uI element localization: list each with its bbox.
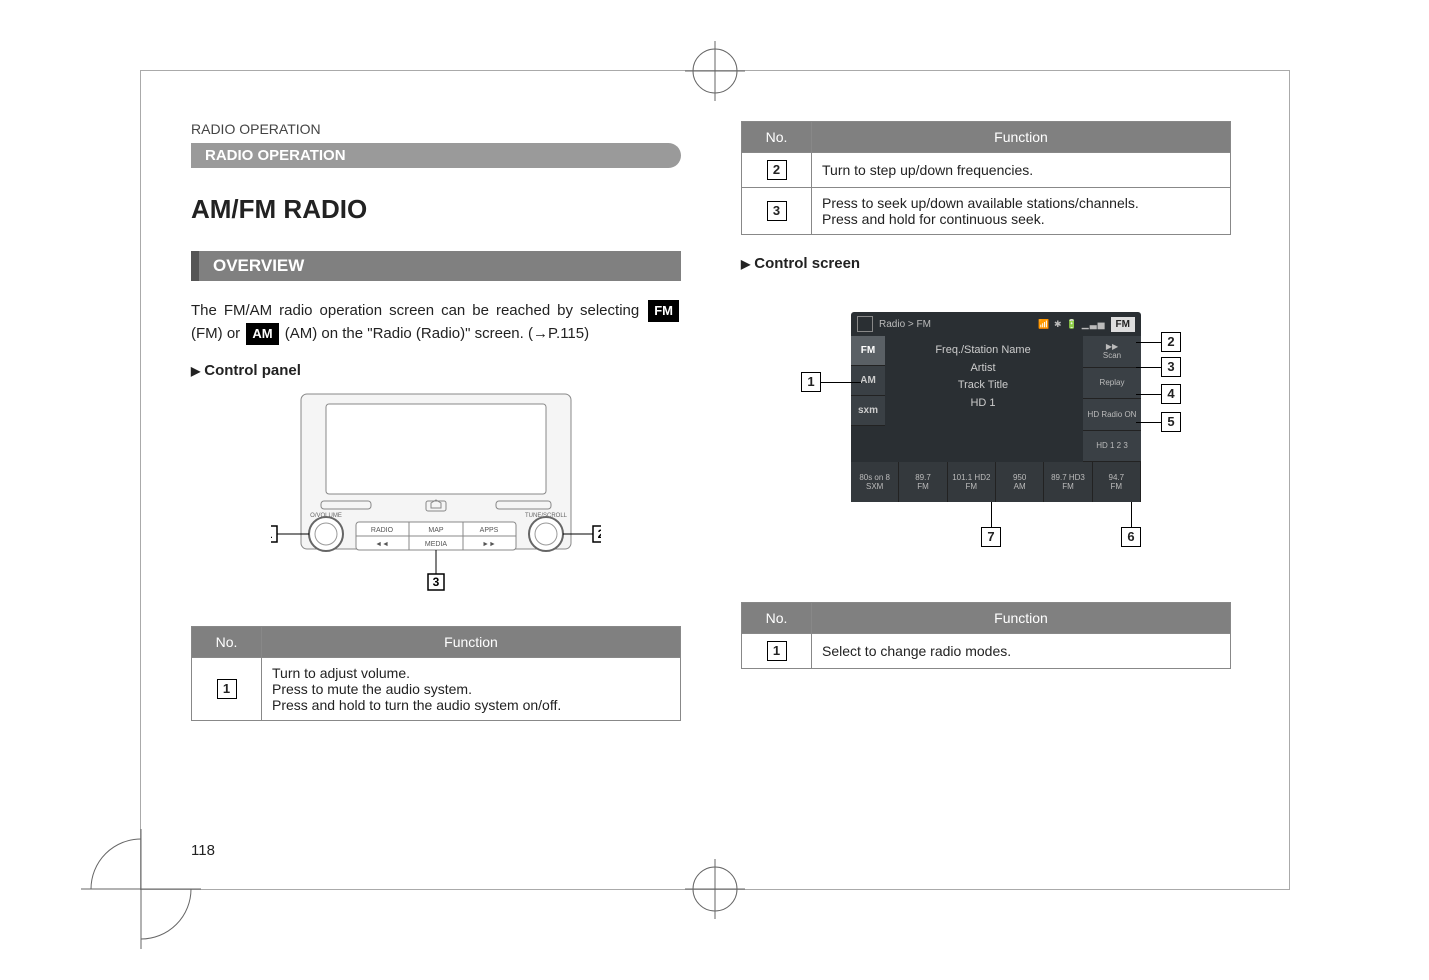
overview-heading: OVERVIEW xyxy=(191,251,681,281)
callout-1: 1 xyxy=(217,679,237,699)
overview-text-before: The FM/AM radio operation screen can be … xyxy=(191,302,646,319)
control-screen-heading: Control screen xyxy=(741,255,1231,272)
table-row: 1 Select to change radio modes. xyxy=(742,634,1231,669)
breadcrumb: Radio > FM xyxy=(879,319,931,330)
infotainment-screen: Radio > FM 📶 ✱ 🔋 ▁▃▅ FM FM AM sxm Freq./… xyxy=(851,312,1141,502)
callout-screen-6: 6 xyxy=(1121,527,1141,547)
preset-4[interactable]: 950AM xyxy=(996,462,1044,502)
table-header-function: Function xyxy=(812,122,1231,153)
svg-text:MAP: MAP xyxy=(428,527,444,534)
row1-line2: Press to mute the audio system. xyxy=(272,681,670,697)
mode-tabs: FM AM sxm xyxy=(851,336,885,426)
status-icons: 📶 ✱ 🔋 ▁▃▅ xyxy=(1038,319,1105,330)
callout-screen-3: 3 xyxy=(1161,357,1181,377)
callout-2: 2 xyxy=(767,160,787,180)
page-title: AM/FM RADIO xyxy=(191,194,681,225)
am-button-label: AM xyxy=(246,323,278,345)
section-bar: RADIO OPERATION xyxy=(191,143,681,168)
callout-screen-1-ref: 1 xyxy=(767,641,787,661)
overview-text-mid: (FM) or xyxy=(191,325,244,342)
svg-text:3: 3 xyxy=(433,575,440,589)
right-column: No. Function 2 Turn to step up/down freq… xyxy=(741,121,1231,741)
table-row: 1 Turn to adjust volume. Press to mute t… xyxy=(192,657,681,720)
right-action-column: ▶▶Scan Replay HD Radio ON HD 1 2 3 xyxy=(1083,336,1141,462)
preset-2[interactable]: 89.7FM xyxy=(899,462,947,502)
replay-button[interactable]: Replay xyxy=(1083,368,1141,400)
control-panel-figure: O/VOLUME TUNE/SCROLL RADIO MAP APPS ◄◄ M… xyxy=(191,389,681,604)
svg-text:O/VOLUME: O/VOLUME xyxy=(310,513,342,519)
registration-mark-bottom xyxy=(685,859,745,919)
svg-text:APPS: APPS xyxy=(480,527,499,534)
fm-button-label: FM xyxy=(648,300,679,322)
row2-text: Turn to step up/down frequencies. xyxy=(812,153,1231,188)
hd-radio-button[interactable]: HD Radio ON xyxy=(1083,399,1141,431)
control-screen-figure: Radio > FM 📶 ✱ 🔋 ▁▃▅ FM FM AM sxm Freq./… xyxy=(741,302,1231,562)
home-icon xyxy=(857,316,873,332)
svg-text:RADIO: RADIO xyxy=(371,527,394,534)
table-header-no: No. xyxy=(742,122,812,153)
now-playing-area: Freq./Station Name Artist Track Title HD… xyxy=(885,336,1081,462)
control-panel-table: No. Function 1 Turn to adjust volume. Pr… xyxy=(191,626,681,721)
callout-screen-7: 7 xyxy=(981,527,1001,547)
hd-substations[interactable]: HD 1 2 3 xyxy=(1083,431,1141,463)
control-panel-heading: Control panel xyxy=(191,362,681,379)
svg-text:TUNE/SCROLL: TUNE/SCROLL xyxy=(525,513,568,519)
svg-text:2: 2 xyxy=(598,527,601,541)
left-column: RADIO OPERATION RADIO OPERATION AM/FM RA… xyxy=(191,121,681,741)
callout-3: 3 xyxy=(767,201,787,221)
table-row: 2 Turn to step up/down frequencies. xyxy=(742,153,1231,188)
tab-am[interactable]: AM xyxy=(851,366,885,396)
row1-line1: Turn to adjust volume. xyxy=(272,665,670,681)
overview-text-after: (AM) on the "Radio (Radio)" screen. (→P.… xyxy=(285,325,589,342)
row1-line3: Press and hold to turn the audio system … xyxy=(272,697,670,713)
table-header-no: No. xyxy=(742,603,812,634)
track-title-label: Track Title xyxy=(895,377,1071,395)
registration-mark-top xyxy=(685,41,745,101)
callout-screen-1: 1 xyxy=(801,372,821,392)
callout-screen-5: 5 xyxy=(1161,412,1181,432)
svg-text:MEDIA: MEDIA xyxy=(425,541,448,548)
table-header-function: Function xyxy=(262,626,681,657)
row3-line2: Press and hold for continuous seek. xyxy=(822,211,1220,227)
fm-badge: FM xyxy=(1111,317,1135,332)
section-header: RADIO OPERATION xyxy=(191,121,681,137)
callout-screen-2: 2 xyxy=(1161,332,1181,352)
preset-row: 80s on 8SXM 89.7FM 101.1 HD2FM 950AM 89.… xyxy=(851,462,1141,502)
table-header-function: Function xyxy=(812,603,1231,634)
control-panel-table-cont: No. Function 2 Turn to step up/down freq… xyxy=(741,121,1231,235)
callout-screen-4: 4 xyxy=(1161,384,1181,404)
page-frame: RADIO OPERATION RADIO OPERATION AM/FM RA… xyxy=(140,70,1290,890)
svg-text:◄◄: ◄◄ xyxy=(375,541,389,548)
svg-text:►►: ►► xyxy=(482,541,496,548)
control-screen-table: No. Function 1 Select to change radio mo… xyxy=(741,602,1231,669)
preset-3[interactable]: 101.1 HD2FM xyxy=(948,462,996,502)
hd-indicator: HD 1 xyxy=(895,395,1071,413)
table-header-no: No. xyxy=(192,626,262,657)
scan-button[interactable]: ▶▶Scan xyxy=(1083,336,1141,368)
artist-label: Artist xyxy=(895,360,1071,378)
freq-station-name: Freq./Station Name xyxy=(895,342,1071,360)
overview-text: The FM/AM radio operation screen can be … xyxy=(191,299,681,346)
tab-sxm[interactable]: sxm xyxy=(851,396,885,426)
page-number: 118 xyxy=(191,842,215,859)
preset-1[interactable]: 80s on 8SXM xyxy=(851,462,899,502)
registration-mark-corner xyxy=(81,829,201,949)
preset-6[interactable]: 94.7FM xyxy=(1093,462,1141,502)
table-row: 3 Press to seek up/down available statio… xyxy=(742,188,1231,235)
screen-row1-text: Select to change radio modes. xyxy=(812,634,1231,669)
preset-5[interactable]: 89.7 HD3FM xyxy=(1044,462,1092,502)
row3-line1: Press to seek up/down available stations… xyxy=(822,195,1220,211)
tab-fm[interactable]: FM xyxy=(851,336,885,366)
